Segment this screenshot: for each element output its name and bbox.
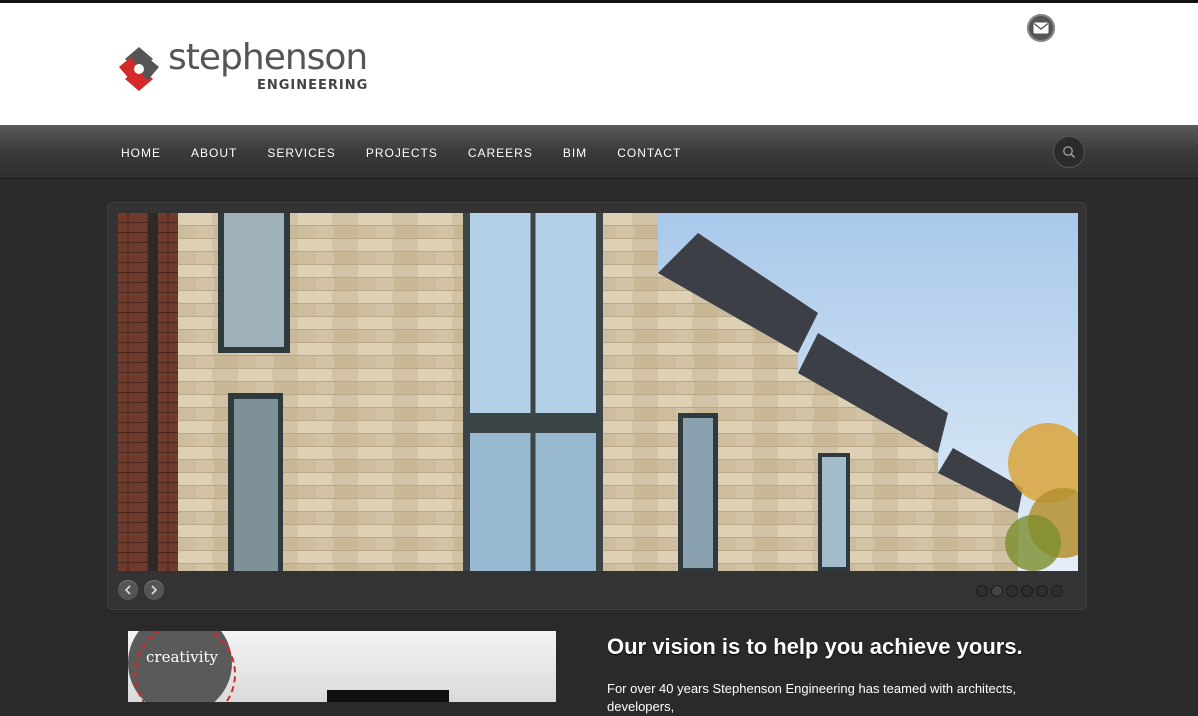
site-logo[interactable]: stephenson ENGINEERING — [117, 37, 368, 99]
search-button[interactable] — [1053, 136, 1085, 168]
feature-dark-block — [327, 690, 449, 702]
logo-mark-icon — [119, 47, 159, 91]
slider-next-button[interactable] — [144, 580, 164, 600]
building-photo — [118, 213, 1078, 571]
chevron-right-icon — [151, 585, 158, 595]
nav-item-about[interactable]: ABOUT — [176, 125, 252, 178]
logo-subtitle: ENGINEERING — [257, 78, 369, 93]
slider-dot[interactable] — [1036, 585, 1048, 597]
slider-pagination — [976, 585, 1066, 597]
nav-item-careers[interactable]: CAREERS — [453, 125, 548, 178]
nav-item-bim[interactable]: BIM — [548, 125, 602, 178]
nav-items: HOME ABOUT SERVICES PROJECTS CAREERS BIM… — [106, 125, 696, 178]
slider-dot[interactable] — [976, 585, 988, 597]
dashed-ring-decoration — [134, 631, 236, 702]
email-icon — [1033, 22, 1049, 34]
nav-item-services[interactable]: SERVICES — [252, 125, 350, 178]
slider-dot-active[interactable] — [991, 585, 1003, 597]
chevron-left-icon — [124, 585, 131, 595]
slider-dot[interactable] — [1051, 585, 1063, 597]
slider-controls — [118, 580, 170, 602]
nav-item-projects[interactable]: PROJECTS — [351, 125, 453, 178]
nav-item-contact[interactable]: CONTACT — [602, 125, 696, 178]
slider-dot[interactable] — [1021, 585, 1033, 597]
slider-dot[interactable] — [1006, 585, 1018, 597]
slider-prev-button[interactable] — [118, 580, 138, 600]
intro-paragraph: For over 40 years Stephenson Engineering… — [607, 681, 1017, 714]
nav-item-home[interactable]: HOME — [106, 125, 176, 178]
main-navigation: HOME ABOUT SERVICES PROJECTS CAREERS BIM… — [0, 125, 1198, 179]
hero-slider — [107, 202, 1087, 610]
creativity-badge-text: creativity — [146, 648, 218, 666]
search-icon — [1063, 146, 1076, 159]
site-header: stephenson ENGINEERING — [0, 3, 1198, 125]
hero-slide-image — [118, 213, 1078, 571]
logo-name: stephenson — [168, 37, 368, 78]
creativity-feature-image: creativity — [128, 631, 556, 702]
email-button[interactable] — [1027, 14, 1055, 42]
vision-headline: Our vision is to help you achieve yours. — [607, 634, 1023, 659]
